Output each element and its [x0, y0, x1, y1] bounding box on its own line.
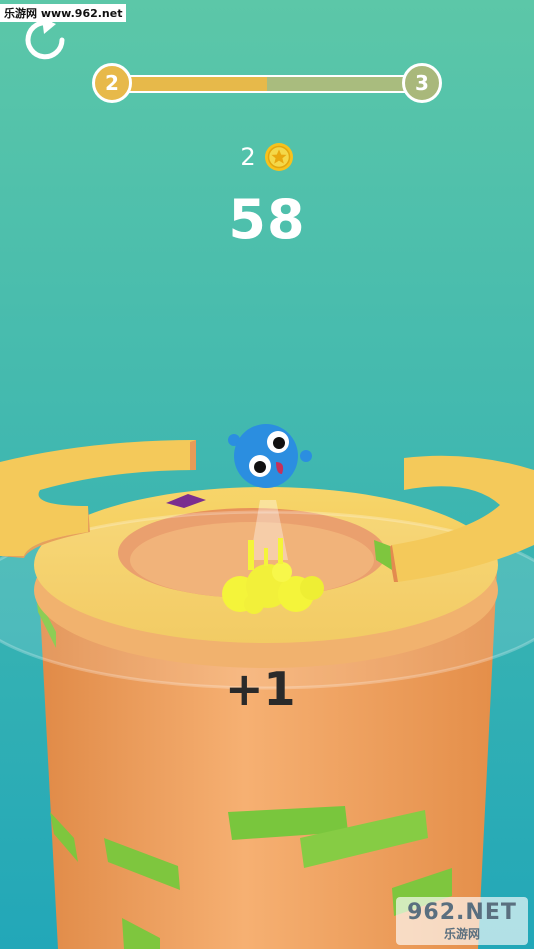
- watermark-brand-sub: 乐游网: [443, 927, 480, 941]
- bonus-popup: +1: [225, 662, 296, 716]
- restart-icon: [25, 18, 65, 60]
- coin-count: 2: [240, 143, 256, 171]
- watermark-logo: 962.NET 乐游网: [396, 897, 528, 945]
- coin-counter: 2: [0, 142, 534, 172]
- restart-button[interactable]: [20, 14, 72, 66]
- level-progress: 2 3: [92, 63, 442, 103]
- star-coin-icon: [264, 143, 293, 171]
- progress-fill: [128, 77, 267, 91]
- current-level-badge: 2: [92, 63, 132, 103]
- next-level-badge: 3: [402, 63, 442, 103]
- progress-track: [128, 75, 406, 93]
- watermark-brand: 962.NET: [407, 900, 517, 925]
- score: 58: [228, 188, 306, 251]
